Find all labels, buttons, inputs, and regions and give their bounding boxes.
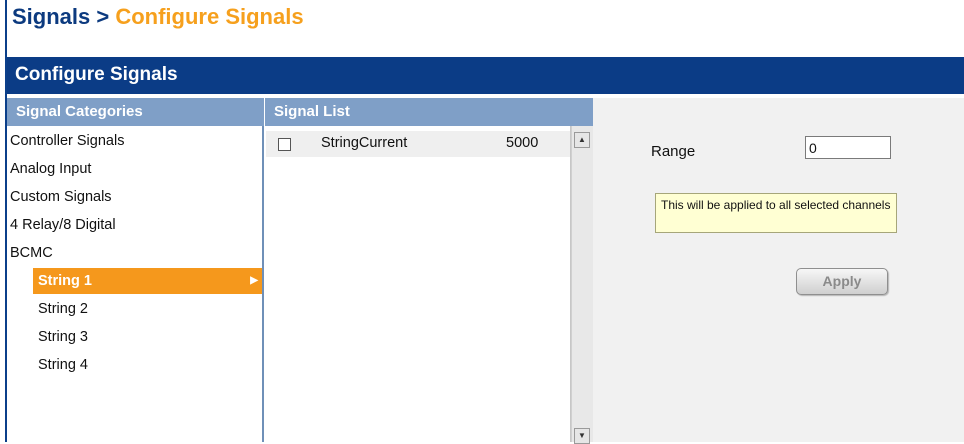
signal-value: 5000: [506, 135, 539, 151]
category-item-bcmc[interactable]: BCMC: [7, 240, 264, 266]
apply-hint-tooltip: This will be applied to all selected cha…: [655, 193, 897, 233]
signal-list-scrollbar[interactable]: ▲ ▼: [571, 126, 593, 444]
category-subitem-string-1[interactable]: String 1 ▶: [33, 268, 262, 294]
category-item-custom-signals[interactable]: Custom Signals: [7, 184, 264, 210]
category-label: String 4: [38, 357, 88, 373]
submenu-arrow-icon: ▶: [250, 275, 258, 286]
signal-list-panel: StringCurrent 5000: [266, 126, 571, 442]
scroll-up-arrow-icon[interactable]: ▲: [574, 132, 590, 148]
category-item-4-relay-8-digital[interactable]: 4 Relay/8 Digital: [7, 212, 264, 238]
category-label: String 2: [38, 301, 88, 317]
breadcrumb-current: Configure Signals: [115, 4, 304, 29]
breadcrumb-separator: >: [90, 4, 116, 29]
category-subitem-string-3[interactable]: String 3: [33, 324, 262, 350]
config-panel: [593, 98, 964, 442]
category-label: BCMC: [10, 245, 53, 261]
breadcrumb-root-link[interactable]: Signals: [12, 4, 90, 29]
signal-list-row[interactable]: StringCurrent 5000: [266, 131, 570, 157]
category-label: Analog Input: [10, 161, 92, 177]
category-item-controller-signals[interactable]: Controller Signals: [7, 128, 264, 154]
category-item-analog-input[interactable]: Analog Input: [7, 156, 264, 182]
section-title-bar: Configure Signals: [7, 57, 964, 94]
breadcrumb: Signals > Configure Signals: [12, 2, 304, 32]
category-label: 4 Relay/8 Digital: [10, 217, 116, 233]
category-subitem-string-2[interactable]: String 2: [33, 296, 262, 322]
signal-categories-header: Signal Categories: [7, 98, 264, 126]
category-label: Custom Signals: [10, 189, 112, 205]
range-input[interactable]: [805, 136, 891, 159]
category-label: String 1: [38, 273, 92, 289]
signal-select-checkbox[interactable]: [278, 138, 291, 151]
category-label: String 3: [38, 329, 88, 345]
section-title: Configure Signals: [15, 64, 178, 85]
category-subitem-string-4[interactable]: String 4: [33, 352, 262, 378]
signal-categories-panel: Controller Signals Analog Input Custom S…: [7, 126, 264, 442]
category-label: Controller Signals: [10, 133, 125, 149]
signal-list-header: Signal List: [264, 98, 593, 126]
signal-name: StringCurrent: [321, 135, 408, 151]
apply-button[interactable]: Apply: [796, 268, 888, 295]
range-label: Range: [651, 143, 696, 160]
